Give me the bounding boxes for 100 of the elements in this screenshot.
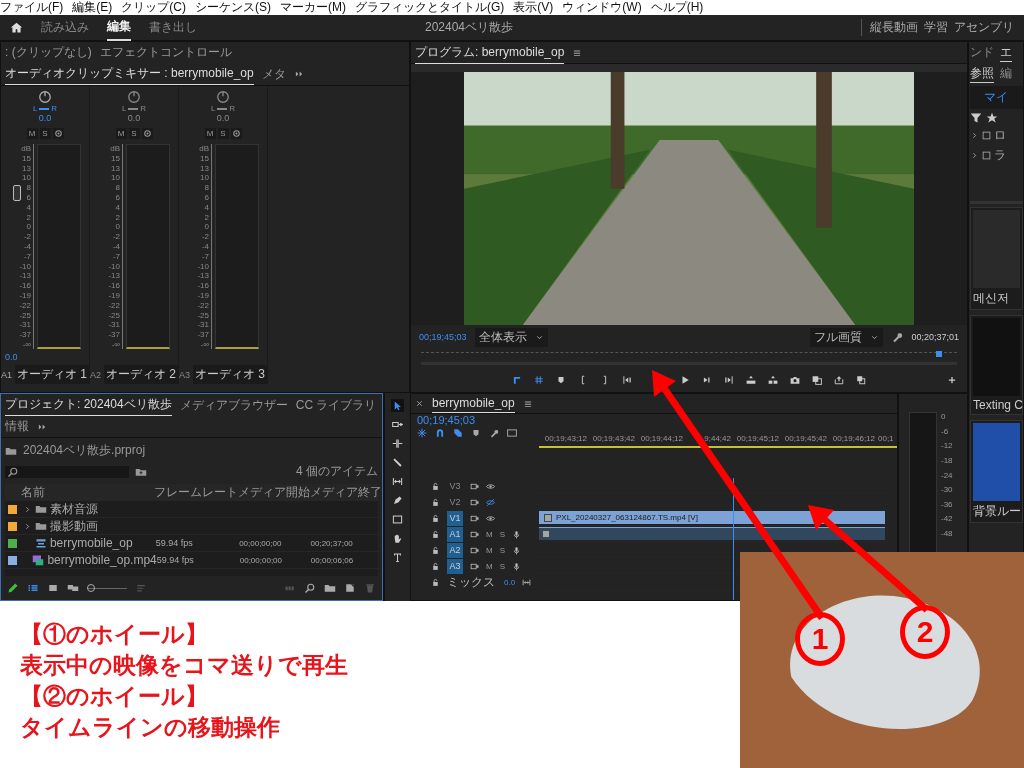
ripple-tool-icon[interactable] [391, 437, 404, 450]
current-timecode[interactable]: 00;19;45;03 [419, 332, 467, 343]
expand-chevron-icon[interactable] [970, 151, 979, 160]
fader-handle[interactable] [13, 185, 21, 202]
playhead-handle[interactable] [935, 350, 942, 357]
label-color-swatch[interactable] [8, 555, 18, 565]
gotoout-icon[interactable] [724, 374, 734, 385]
panel-tab[interactable]: berrymobile_op [432, 394, 515, 413]
template-card[interactable]: Texting C [970, 315, 1023, 415]
close-icon[interactable] [415, 399, 424, 408]
template-card[interactable]: 메신저 [970, 207, 1023, 310]
channel-toggle-button[interactable]: M [26, 128, 38, 139]
sync-lock-icon[interactable] [470, 513, 479, 523]
channel-toggle-button[interactable]: M [204, 128, 216, 139]
lock-icon[interactable] [431, 561, 440, 571]
menu-item[interactable]: 編集(E) [72, 0, 113, 16]
settings-icon[interactable] [230, 128, 242, 139]
lock-icon[interactable] [431, 545, 440, 555]
select-tool-icon[interactable] [391, 399, 404, 412]
panel-tab[interactable]: オーディオクリップミキサー : berrymobile_op [5, 63, 254, 85]
type-tool-icon[interactable] [391, 551, 404, 564]
checkbox[interactable] [982, 151, 991, 160]
filter-item-label[interactable]: ラ [994, 147, 1006, 164]
pencil-icon[interactable] [7, 582, 19, 594]
menu-item[interactable]: ファイル(F) [0, 0, 64, 16]
checkbox[interactable] [982, 131, 991, 140]
current-timecode[interactable]: 00;19;45;03 [417, 414, 533, 427]
workspace-tab[interactable]: 学習 [924, 19, 948, 36]
zoom-dropdown[interactable]: 全体表示 [474, 327, 548, 347]
gotoin-icon[interactable] [622, 374, 632, 385]
panel-tab[interactable]: エフェクトコントロール [99, 42, 232, 63]
panel-tab[interactable]: CC ライブラリ [295, 394, 377, 416]
rect-tool-icon[interactable] [391, 513, 404, 526]
captions-icon[interactable] [507, 428, 517, 438]
menu-item[interactable]: クリップ(C) [121, 0, 186, 16]
panel-tab[interactable]: : (クリップなし) [5, 42, 92, 63]
column-header[interactable]: メディア開始 [238, 483, 310, 501]
add-button-icon[interactable] [947, 375, 957, 386]
eye-icon[interactable] [486, 513, 495, 523]
item-name[interactable]: berrymobile_op [49, 536, 133, 550]
collapse-icon[interactable] [522, 578, 532, 587]
play-icon[interactable] [680, 374, 690, 385]
microphone-icon[interactable] [512, 545, 521, 555]
eye-crossed-icon[interactable] [486, 497, 495, 507]
settings-icon[interactable] [141, 128, 153, 139]
track-toggle-button[interactable]: S [499, 529, 505, 539]
pan-knob[interactable] [216, 90, 230, 104]
extract-icon[interactable] [768, 374, 778, 385]
microphone-icon[interactable] [512, 561, 521, 571]
workspace-tab[interactable]: アセンブリ [954, 19, 1014, 36]
compare-icon[interactable] [812, 374, 822, 385]
panel-tab[interactable]: 情報 [5, 416, 29, 437]
track-toggle-button[interactable]: S [499, 561, 505, 571]
quality-dropdown[interactable]: フル画質 [810, 327, 884, 347]
more-tabs-icon[interactable] [293, 69, 304, 79]
channel-toggle-button[interactable]: S [39, 128, 51, 139]
camera-icon[interactable] [790, 374, 800, 385]
track-target[interactable]: A3 [447, 558, 463, 574]
sub-tab[interactable]: 編 [1000, 65, 1012, 83]
panel-tab[interactable]: メディアブラウザー [179, 394, 288, 416]
filter-icon[interactable] [970, 112, 982, 124]
lock-icon[interactable] [431, 481, 440, 491]
lock-icon[interactable] [431, 578, 440, 587]
panel-tab[interactable]: ンド [970, 44, 994, 62]
corner-icon[interactable] [512, 374, 522, 385]
channel-toggle-button[interactable]: S [128, 128, 140, 139]
item-name[interactable]: 素材音源 [49, 500, 98, 518]
workspace-tab[interactable]: 読み込み [41, 15, 89, 40]
track-toggle-button[interactable]: M [486, 529, 493, 539]
column-header[interactable]: メディア終了 [310, 483, 378, 501]
expand-chevron-icon[interactable] [970, 131, 979, 140]
sync-lock-icon[interactable] [470, 545, 479, 555]
menu-item[interactable]: マーカー(M) [280, 0, 346, 16]
video-clip[interactable]: PXL_20240327_063124867.TS.mp4 [V] [539, 511, 885, 524]
linked-icon[interactable] [453, 428, 463, 438]
item-name[interactable]: berrymobile_op.mp4 [47, 553, 157, 567]
search-icon[interactable] [304, 582, 316, 594]
audio-clip[interactable] [539, 527, 885, 540]
microphone-icon[interactable] [512, 529, 521, 539]
wrench-icon[interactable] [489, 428, 499, 438]
playhead-line[interactable] [732, 478, 734, 600]
eye-icon[interactable] [486, 481, 495, 491]
item-name[interactable]: 撮影動画 [49, 517, 98, 535]
home-icon[interactable] [10, 21, 23, 34]
star-icon[interactable] [986, 112, 998, 124]
template-card[interactable]: 背景ルー [970, 420, 1023, 523]
panel-tab[interactable]: プロジェクト: 202404ベリ散歩 [5, 394, 172, 416]
sub-tab[interactable]: 参照 [970, 65, 994, 83]
marker-icon[interactable] [471, 428, 481, 438]
overlay-icon[interactable] [856, 374, 866, 385]
list-view-icon[interactable] [27, 582, 39, 594]
sync-lock-icon[interactable] [470, 561, 479, 571]
razor-tool-icon[interactable] [391, 456, 404, 469]
icon-view-icon[interactable] [47, 582, 59, 594]
menu-item[interactable]: ウィンドウ(W) [562, 0, 642, 16]
lock-icon[interactable] [431, 513, 440, 523]
track-toggle-button[interactable]: S [499, 545, 505, 555]
panel-tab[interactable]: メタ [261, 63, 286, 85]
pan-knob[interactable] [38, 90, 52, 104]
settings-icon[interactable] [52, 128, 64, 139]
